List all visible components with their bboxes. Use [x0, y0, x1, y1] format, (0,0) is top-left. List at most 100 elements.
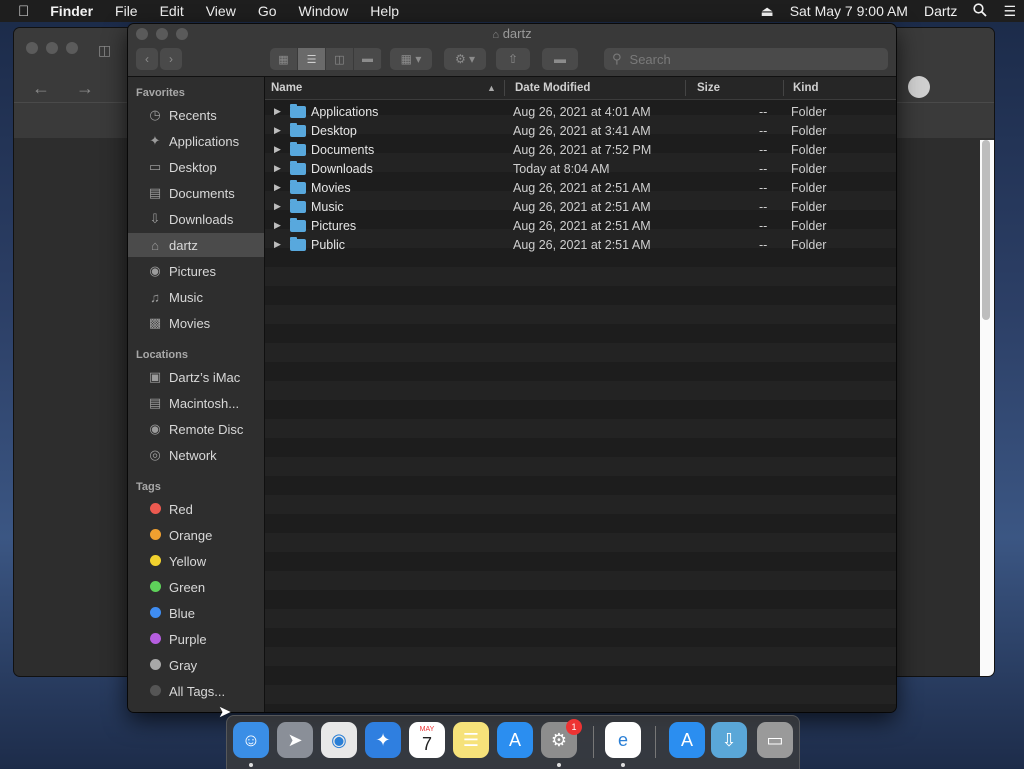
downloads-folder-icon[interactable]: ⇩: [711, 722, 747, 758]
menu-go[interactable]: Go: [247, 3, 288, 19]
disk-icon: ▤: [148, 395, 162, 410]
disclosure-triangle-icon[interactable]: ▶: [274, 144, 281, 155]
disclosure-triangle-icon[interactable]: ▶: [274, 163, 281, 174]
file-row[interactable]: ▶ Music Aug 26, 2021 at 2:51 AM -- Folder: [265, 198, 896, 217]
search-field[interactable]: ⚲: [604, 48, 888, 70]
zoom-window-button[interactable]: [66, 42, 78, 54]
folder-icon: [290, 104, 306, 118]
app-store-icon[interactable]: A: [497, 722, 533, 758]
file-row[interactable]: ▶ Desktop Aug 26, 2021 at 3:41 AM -- Folder: [265, 122, 896, 141]
column-header-date-modified[interactable]: Date Modified: [515, 82, 590, 94]
sidebar-item-label: Yellow: [169, 553, 207, 569]
file-size: --: [759, 162, 768, 176]
sidebar-item-music[interactable]: ♫ Music: [128, 285, 264, 309]
finder-window[interactable]: ⌂ dartz ‹ › ▦ ☰ ◫ ▬ ▦ ▾ ⚙ ▾ ⇧ ▬ ⚲ Favori…: [128, 24, 896, 712]
minimize-window-button[interactable]: [46, 42, 58, 54]
file-row[interactable]: ▶ Applications Aug 26, 2021 at 4:01 AM -- Fo…: [265, 103, 896, 122]
share-button[interactable]: ⇧: [496, 48, 530, 70]
sidebar-item-label: Red: [169, 501, 193, 517]
close-window-button[interactable]: [26, 42, 38, 54]
file-row[interactable]: ▶ Documents Aug 26, 2021 at 7:52 PM -- Folde…: [265, 141, 896, 160]
menu-app-finder[interactable]: Finder: [39, 3, 104, 19]
sidebar-item-macintosh[interactable]: ▤ Macintosh...: [128, 391, 264, 415]
menu-help[interactable]: Help: [359, 3, 410, 19]
sidebar-item-purple[interactable]: Purple: [128, 627, 264, 651]
notes-icon[interactable]: ☰: [453, 722, 489, 758]
apple-menu-icon[interactable]: : [0, 3, 39, 20]
search-input[interactable]: [627, 50, 872, 68]
icon-view-button[interactable]: ▦: [270, 48, 298, 70]
disclosure-triangle-icon[interactable]: ▶: [274, 239, 281, 250]
sidebar-item-yellow[interactable]: Yellow: [128, 549, 264, 573]
column-header-size[interactable]: Size: [697, 82, 720, 94]
file-row[interactable]: ▶ Pictures Aug 26, 2021 at 2:51 AM -- Folder: [265, 217, 896, 236]
eject-icon[interactable]: ⏏: [752, 3, 781, 20]
file-kind: Folder: [791, 181, 827, 195]
sidebar-item-remote-disc[interactable]: ◉ Remote Disc: [128, 417, 264, 441]
page-scrollbar[interactable]: [982, 140, 990, 320]
file-row[interactable]: ▶ Downloads Today at 8:04 AM -- Folder: [265, 160, 896, 179]
disclosure-triangle-icon[interactable]: ▶: [274, 201, 281, 212]
file-date-modified: Aug 26, 2021 at 2:51 AM: [513, 219, 651, 233]
sidebar-item-movies[interactable]: ▩ Movies: [128, 311, 264, 335]
sidebar-item-gray[interactable]: Gray: [128, 653, 264, 677]
notification-badge: 1: [566, 719, 582, 735]
disclosure-triangle-icon[interactable]: ▶: [274, 182, 281, 193]
column-header-kind[interactable]: Kind: [793, 82, 819, 94]
sidebar-item-desktop[interactable]: ▭ Desktop: [128, 155, 264, 179]
sidebar-item-recents[interactable]: ◷ Recents: [128, 103, 264, 127]
sidebar-item-applications[interactable]: ✦ Applications: [128, 129, 264, 153]
sidebar-item-downloads[interactable]: ⇩ Downloads: [128, 207, 264, 231]
menu-edit[interactable]: Edit: [149, 3, 195, 19]
launchpad-icon[interactable]: ➤: [277, 722, 313, 758]
sidebar-item-all-tags[interactable]: All Tags...: [128, 679, 264, 703]
group-by-button[interactable]: ▦ ▾: [390, 48, 432, 70]
sidebar-item-dartz-s-imac[interactable]: ▣ Dartz’s iMac: [128, 365, 264, 389]
trash-icon[interactable]: ▭: [757, 722, 793, 758]
file-size: --: [759, 181, 768, 195]
safari-icon[interactable]: ✦: [365, 722, 401, 758]
menu-user[interactable]: Dartz: [916, 3, 965, 19]
gallery-view-button[interactable]: ▬: [354, 48, 382, 70]
finder-icon[interactable]: ☺: [233, 722, 269, 758]
back-arrow-icon[interactable]: ←: [32, 78, 50, 99]
file-row[interactable]: ▶ Public Aug 26, 2021 at 2:51 AM -- Folder: [265, 236, 896, 255]
action-gear-button[interactable]: ⚙ ▾: [444, 48, 486, 70]
menu-window[interactable]: Window: [288, 3, 360, 19]
app-store-folder-icon[interactable]: A: [669, 722, 705, 758]
control-center-icon[interactable]: ☰: [995, 3, 1024, 20]
edge-icon[interactable]: e: [605, 722, 641, 758]
forward-button[interactable]: ›: [160, 48, 182, 70]
sidebar-item-red[interactable]: Red: [128, 497, 264, 521]
sidebar-toggle-icon[interactable]: ◫: [98, 42, 111, 59]
back-button[interactable]: ‹: [136, 48, 158, 70]
sidebar-item-network[interactable]: ◎ Network: [128, 443, 264, 467]
sidebar-item-green[interactable]: Green: [128, 575, 264, 599]
list-view-button[interactable]: ☰: [298, 48, 326, 70]
sidebar-item-orange[interactable]: Orange: [128, 523, 264, 547]
profile-avatar[interactable]: [908, 76, 930, 98]
disclosure-triangle-icon[interactable]: ▶: [274, 106, 281, 117]
sidebar-item-pictures[interactable]: ◉ Pictures: [128, 259, 264, 283]
sidebar-item-blue[interactable]: Blue: [128, 601, 264, 625]
disclosure-triangle-icon[interactable]: ▶: [274, 125, 281, 136]
menu-view[interactable]: View: [195, 3, 247, 19]
sidebar-item-dartz[interactable]: ⌂ dartz: [128, 233, 264, 257]
file-name: Public: [311, 238, 346, 252]
column-view-button[interactable]: ◫: [326, 48, 354, 70]
calendar-icon[interactable]: MAY 7: [409, 722, 445, 758]
edit-tags-button[interactable]: ▬: [542, 48, 578, 70]
chrome-icon[interactable]: ◉: [321, 722, 357, 758]
menu-file[interactable]: File: [104, 3, 149, 19]
file-row[interactable]: ▶ Movies Aug 26, 2021 at 2:51 AM -- Folder: [265, 179, 896, 198]
disclosure-triangle-icon[interactable]: ▶: [274, 220, 281, 231]
spotlight-search-icon[interactable]: [965, 2, 995, 20]
menu-clock[interactable]: Sat May 7 9:00 AM: [782, 3, 916, 19]
sidebar-item-label: Network: [169, 447, 217, 463]
forward-arrow-icon[interactable]: →: [76, 78, 94, 99]
sidebar-item-documents[interactable]: ▤ Documents: [128, 181, 264, 205]
sidebar-item-label: All Tags...: [169, 683, 226, 699]
column-header-name[interactable]: Name: [271, 82, 302, 94]
folder-icon: [290, 218, 306, 232]
sidebar-item-label: Recents: [169, 107, 217, 123]
